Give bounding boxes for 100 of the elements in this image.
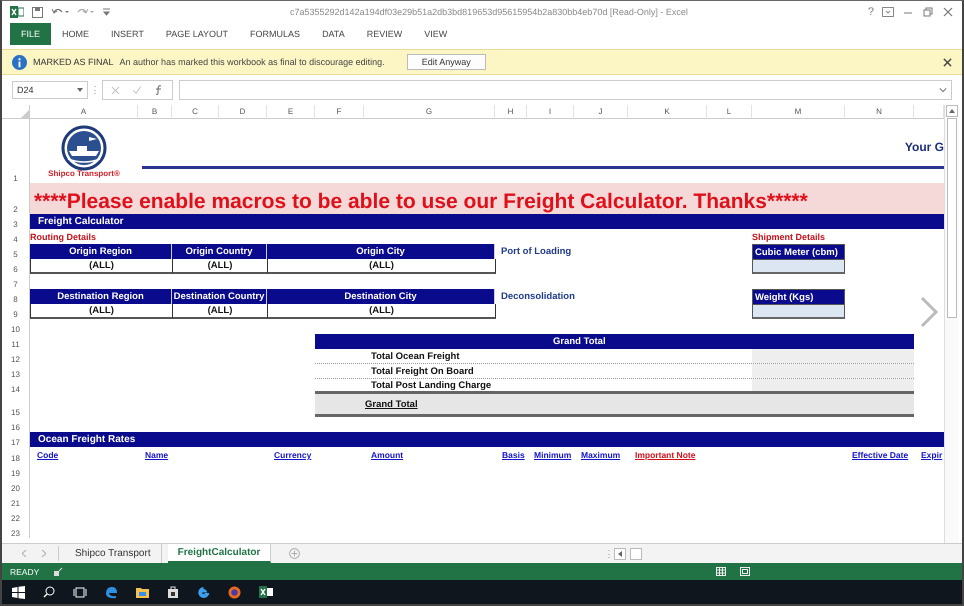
- normal-view-icon[interactable]: [716, 567, 726, 576]
- help-button[interactable]: ?: [868, 6, 874, 18]
- row-header[interactable]: 21: [2, 493, 30, 508]
- input-field[interactable]: [752, 259, 845, 274]
- close-icon[interactable]: [942, 7, 954, 17]
- ribbon-tab[interactable]: REVIEW: [356, 23, 414, 45]
- dropdown-cell[interactable]: (ALL): [30, 304, 173, 319]
- column-header-link[interactable]: Name: [138, 450, 172, 460]
- row-header[interactable]: 6: [2, 259, 30, 274]
- row-header[interactable]: 9: [2, 304, 30, 319]
- column-header[interactable]: N: [845, 105, 914, 119]
- formula-input[interactable]: [179, 80, 952, 100]
- name-box[interactable]: D24: [12, 81, 88, 99]
- expand-icon[interactable]: [939, 86, 947, 94]
- column-header-link[interactable]: Amount: [364, 450, 495, 460]
- row-header[interactable]: 12: [2, 349, 30, 364]
- note-header-link[interactable]: Important Note: [628, 450, 707, 460]
- column-header[interactable]: J: [574, 105, 628, 119]
- restore-icon[interactable]: [922, 7, 934, 17]
- up-arrow-icon: [949, 109, 955, 113]
- ribbon-tab[interactable]: DATA: [311, 23, 356, 45]
- close-icon[interactable]: [943, 58, 952, 66]
- column-header[interactable]: K: [628, 105, 707, 119]
- dropdown-icon[interactable]: [77, 88, 83, 92]
- ribbon-tab[interactable]: FORMULAS: [239, 23, 312, 45]
- save-icon[interactable]: [32, 6, 43, 18]
- field-header: Destination Country: [172, 289, 267, 304]
- column-header[interactable]: M: [752, 105, 845, 119]
- field-header: Weight (Kgs): [752, 289, 845, 304]
- row-header[interactable]: 22: [2, 508, 30, 523]
- total-label: Total Freight On Board: [370, 364, 474, 378]
- row-header[interactable]: 7: [2, 274, 30, 289]
- total-label: Total Ocean Freight: [370, 350, 460, 363]
- column-header[interactable]: A: [30, 105, 138, 119]
- field-label: Deconsolidation: [500, 290, 576, 304]
- check-icon[interactable]: [132, 86, 142, 94]
- customize-icon[interactable]: [103, 8, 110, 16]
- window-title: c7a5355292d142a194df03e29b51a2db3bd819653d95615954b2a830bb4eb70d [Read-Only] - Excel: [289, 7, 689, 17]
- file-tab[interactable]: FILE: [10, 23, 52, 45]
- windows-start-icon[interactable]: [12, 586, 25, 598]
- row-header[interactable]: 14: [2, 379, 30, 394]
- column-header-link[interactable]: Maximum: [574, 450, 628, 460]
- input-field[interactable]: [752, 304, 845, 319]
- column-header-link[interactable]: Code: [30, 450, 138, 460]
- internet-explorer-icon[interactable]: [197, 586, 210, 598]
- ribbon-tab[interactable]: HOME: [51, 23, 100, 45]
- ribbon-tab[interactable]: PAGE LAYOUT: [154, 23, 240, 45]
- tagline-text: Your G: [904, 140, 944, 154]
- column-header-link[interactable]: Expir: [914, 450, 944, 460]
- row-header[interactable]: 16: [2, 417, 30, 432]
- column-header-link[interactable]: Effective Date: [845, 450, 914, 460]
- firefox-icon[interactable]: [228, 586, 241, 598]
- ribbon-tab[interactable]: VIEW: [413, 23, 458, 45]
- grand-total-label: Grand Total: [365, 398, 418, 410]
- excel-app-icon[interactable]: [259, 586, 273, 598]
- scrollbar-thumb[interactable]: [947, 118, 957, 318]
- column-header-link[interactable]: Minimum: [527, 450, 574, 460]
- row-header[interactable]: 18: [2, 447, 30, 463]
- task-view-icon[interactable]: [73, 586, 87, 598]
- row-header[interactable]: 15: [2, 394, 30, 417]
- store-bag-icon[interactable]: [167, 586, 179, 598]
- row-header[interactable]: 13: [2, 364, 30, 379]
- column-header-link[interactable]: Currency: [267, 450, 315, 460]
- column-header[interactable]: E: [267, 105, 315, 119]
- column-header[interactable]: F: [315, 105, 364, 119]
- row-header[interactable]: 11: [2, 334, 30, 349]
- dropdown-cell[interactable]: (ALL): [172, 259, 268, 274]
- dropdown-cell[interactable]: (ALL): [30, 259, 173, 274]
- ribbon-tab[interactable]: INSERT: [100, 23, 155, 45]
- excel-icon[interactable]: [10, 6, 24, 18]
- scrollbar-thumb[interactable]: [630, 548, 642, 560]
- field-header: Destination Region: [30, 289, 172, 304]
- row-header[interactable]: 1: [2, 119, 30, 183]
- row-header[interactable]: 20: [2, 478, 30, 493]
- scroll-left-button[interactable]: [614, 548, 626, 560]
- column-header-link[interactable]: Basis: [495, 450, 527, 460]
- row-header[interactable]: 10: [2, 319, 30, 334]
- search-icon[interactable]: [43, 586, 55, 598]
- row-header[interactable]: 23: [2, 523, 30, 538]
- column-header[interactable]: I: [527, 105, 574, 119]
- column-header[interactable]: G: [364, 105, 495, 119]
- column-header[interactable]: L: [707, 105, 752, 119]
- column-header[interactable]: D: [219, 105, 267, 119]
- scroll-up-button[interactable]: [946, 105, 958, 117]
- macro-recording-icon[interactable]: [53, 566, 64, 576]
- left-arrow-icon: [618, 550, 622, 556]
- dropdown-cell[interactable]: (ALL): [267, 259, 496, 274]
- dropdown-cell[interactable]: (ALL): [172, 304, 268, 319]
- sheet-tab[interactable]: FreightCalculator: [168, 544, 272, 563]
- ribbon-display-icon[interactable]: [882, 7, 894, 17]
- folder-icon[interactable]: [136, 586, 149, 598]
- column-header[interactable]: B: [138, 105, 172, 119]
- column-header[interactable]: C: [172, 105, 219, 119]
- edge-browser-icon[interactable]: [105, 586, 118, 598]
- row-header[interactable]: 19: [2, 463, 30, 478]
- function-icon[interactable]: [154, 85, 164, 95]
- dropdown-cell[interactable]: (ALL): [267, 304, 496, 319]
- column-header[interactable]: H: [495, 105, 527, 119]
- edit-anyway-button[interactable]: Edit Anyway: [406, 54, 486, 70]
- page-layout-icon[interactable]: [740, 567, 750, 576]
